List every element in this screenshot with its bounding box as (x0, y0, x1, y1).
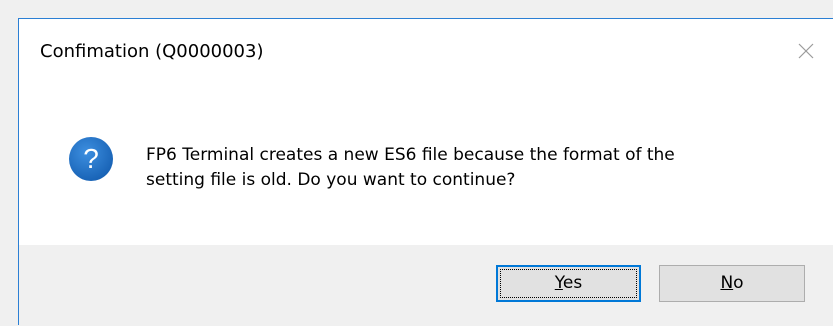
yes-label-rest: es (562, 273, 583, 293)
yes-button[interactable]: Yes (496, 265, 641, 302)
yes-mnemonic: Y (554, 273, 563, 293)
title-bar[interactable]: Confimation (Q0000003) (19, 19, 833, 81)
message-line-2: setting file is old. Do you want to cont… (146, 170, 516, 190)
confirmation-dialog: Confimation (Q0000003) ? FP6 Terminal cr… (18, 18, 833, 326)
button-bar: Yes No (19, 245, 833, 326)
close-icon (798, 43, 814, 59)
message-line-1: FP6 Terminal creates a new ES6 file beca… (146, 145, 675, 165)
no-button[interactable]: No (659, 265, 805, 302)
no-mnemonic: N (720, 273, 734, 293)
no-button-label: No (720, 273, 743, 293)
yes-button-label: Yes (555, 273, 582, 293)
dialog-title: Confimation (Q0000003) (40, 41, 264, 62)
no-label-rest: o (733, 273, 744, 293)
dialog-content: ? FP6 Terminal creates a new ES6 file be… (19, 81, 833, 245)
svg-text:?: ? (83, 143, 99, 174)
dialog-message: FP6 Terminal creates a new ES6 file beca… (146, 143, 806, 193)
question-icon: ? (69, 137, 113, 181)
close-button[interactable] (779, 31, 833, 71)
